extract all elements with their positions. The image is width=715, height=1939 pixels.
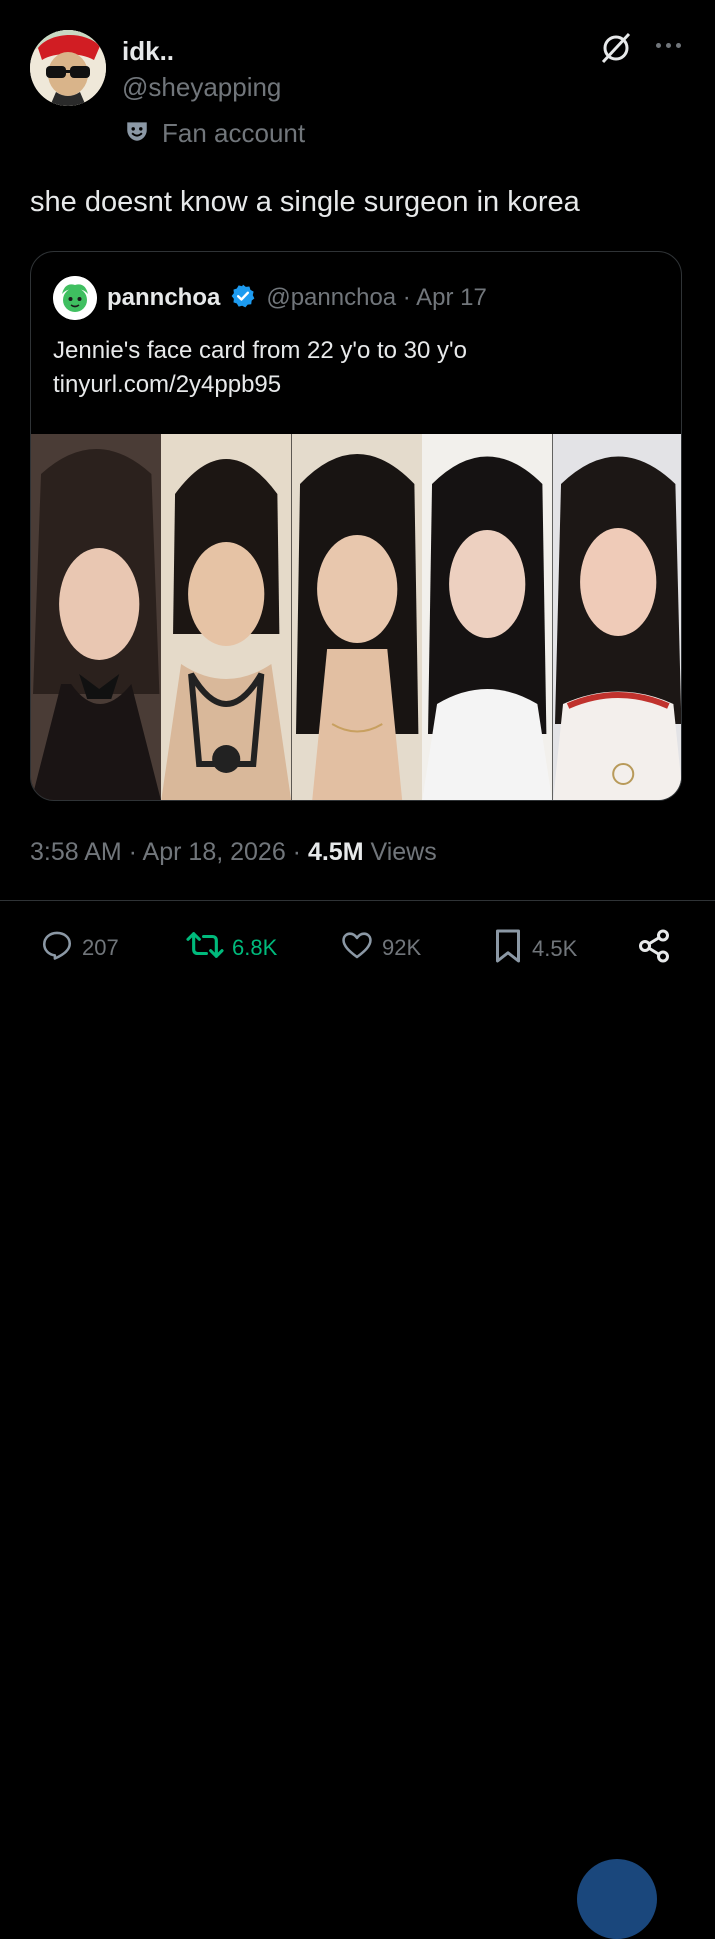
fan-account-label: Fan account bbox=[124, 118, 305, 149]
tweet-text: she doesnt know a single surgeon in kore… bbox=[30, 186, 580, 218]
bookmark-button[interactable]: 4.5K bbox=[492, 928, 577, 970]
quoted-author-avatar[interactable] bbox=[53, 276, 97, 320]
views-label: Views bbox=[363, 838, 437, 866]
photo-5[interactable] bbox=[552, 434, 681, 800]
bookmark-icon bbox=[492, 928, 524, 970]
repost-count: 6.8K bbox=[232, 935, 278, 960]
more-options-button[interactable] bbox=[648, 30, 688, 60]
theater-mask-icon bbox=[124, 118, 150, 149]
dot-icon bbox=[675, 42, 681, 48]
reply-button[interactable]: 207 bbox=[40, 928, 119, 968]
share-icon bbox=[634, 928, 674, 970]
quoted-link[interactable]: tinyurl.com/2y4ppb95 bbox=[53, 368, 467, 402]
views-count: 4.5M bbox=[307, 838, 364, 866]
like-count: 92K bbox=[382, 935, 422, 960]
quoted-text-line: Jennie's face card from 22 y'o to 30 y'o bbox=[53, 337, 467, 364]
quoted-handle-date: @pannchoa · Apr 17 bbox=[266, 284, 487, 311]
quoted-tweet-text: Jennie's face card from 22 y'o to 30 y'o… bbox=[53, 334, 467, 402]
fan-account-text: Fan account bbox=[162, 118, 306, 148]
like-button[interactable]: 92K bbox=[340, 928, 421, 968]
repost-button[interactable]: 6.8K bbox=[186, 928, 277, 968]
author-avatar[interactable] bbox=[30, 30, 106, 106]
quoted-author-name[interactable]: pannchoa bbox=[107, 284, 220, 312]
heart-icon bbox=[340, 928, 374, 968]
verified-badge-icon bbox=[230, 283, 256, 314]
grok-icon[interactable] bbox=[598, 30, 634, 66]
timestamp-text[interactable]: 3:58 AM · Apr 18, 2026 · bbox=[30, 838, 308, 866]
dot-icon bbox=[655, 42, 661, 48]
dot-icon bbox=[665, 42, 671, 48]
tweet-timestamp: 3:58 AM · Apr 18, 2026 · 4.5M Views bbox=[30, 838, 437, 867]
photo-collage[interactable] bbox=[31, 434, 681, 800]
quoted-tweet-card[interactable]: pannchoa @pannchoa · Apr 17 Jennie's fac… bbox=[30, 251, 682, 801]
reply-icon bbox=[40, 928, 74, 968]
bookmark-count: 4.5K bbox=[532, 936, 578, 961]
repost-icon bbox=[186, 928, 224, 968]
photo-1[interactable] bbox=[31, 434, 162, 800]
photo-4[interactable] bbox=[422, 434, 553, 800]
share-button[interactable] bbox=[634, 928, 674, 970]
photo-3[interactable] bbox=[291, 434, 423, 800]
quoted-tweet-header: pannchoa @pannchoa · Apr 17 bbox=[53, 276, 487, 320]
author-handle[interactable]: @sheyapping bbox=[122, 72, 281, 103]
action-bar: 207 6.8K 92K 4.5K bbox=[0, 920, 715, 1939]
photo-2[interactable] bbox=[161, 434, 292, 800]
scroll-fab-button[interactable] bbox=[577, 1859, 657, 1939]
author-name[interactable]: idk.. bbox=[122, 36, 174, 67]
divider bbox=[0, 900, 715, 901]
reply-count: 207 bbox=[82, 935, 119, 960]
